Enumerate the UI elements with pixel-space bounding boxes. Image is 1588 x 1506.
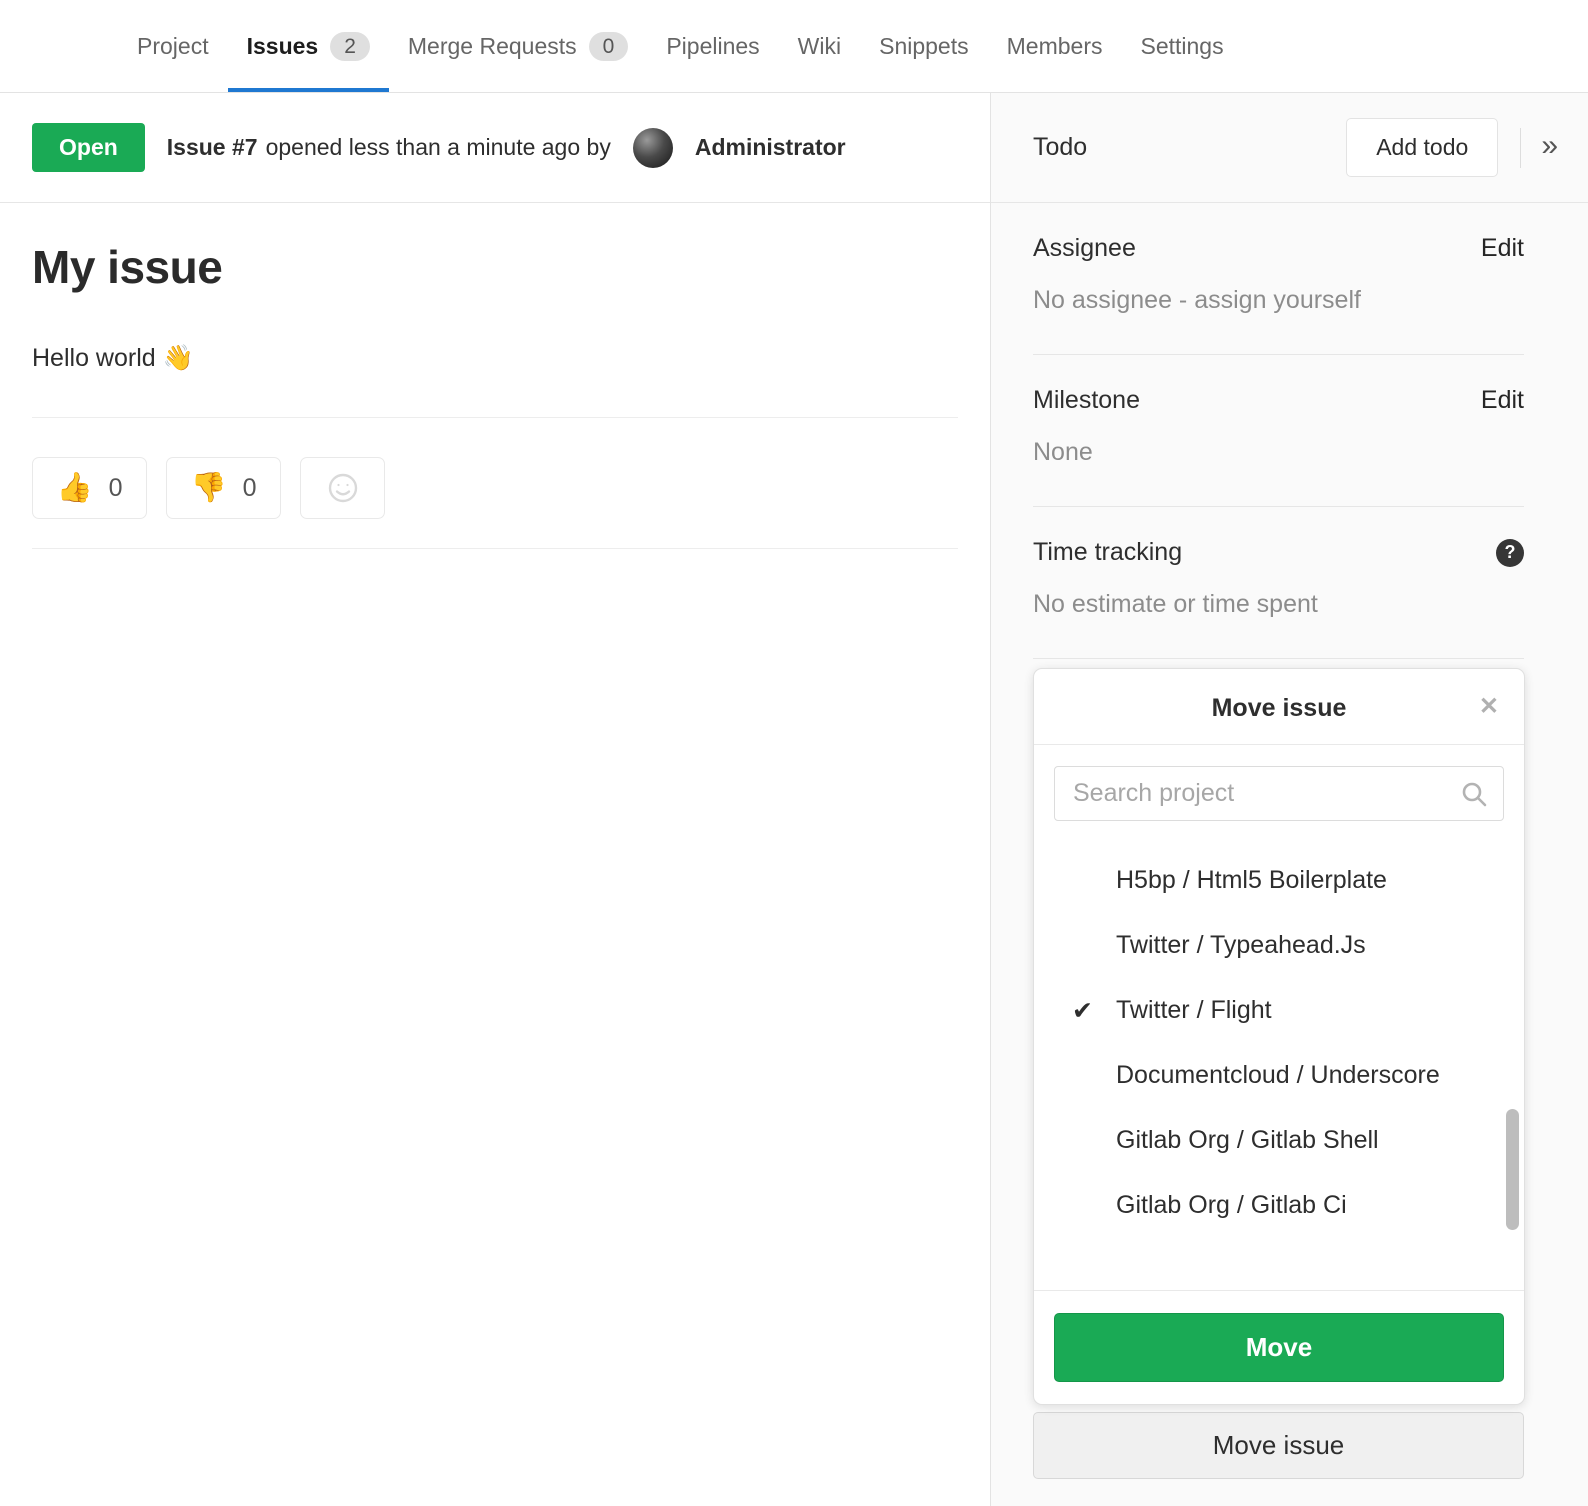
issue-sidebar: Todo Add todo » Assignee Edit No assigne… — [990, 93, 1588, 1506]
divider — [1520, 128, 1521, 168]
help-icon[interactable]: ? — [1496, 539, 1524, 567]
time-tracking-value: No estimate or time spent — [1033, 590, 1524, 619]
close-icon[interactable]: ✕ — [1479, 695, 1499, 719]
check-icon: ✔ — [1072, 996, 1116, 1026]
move-button[interactable]: Move — [1054, 1313, 1504, 1382]
thumbs-up-count: 0 — [109, 474, 123, 503]
scrollbar-thumb[interactable] — [1506, 1109, 1519, 1230]
divider — [32, 417, 958, 418]
issues-count-badge: 2 — [330, 32, 370, 61]
milestone-value: None — [1033, 438, 1524, 467]
project-option[interactable]: ✔ Gitlab Org / Gitlab Ci — [1034, 1173, 1524, 1238]
tab-merge-requests[interactable]: Merge Requests 0 — [389, 0, 647, 92]
tab-settings[interactable]: Settings — [1121, 0, 1242, 92]
move-issue-dropdown-title: Move issue — [1212, 694, 1347, 722]
status-badge: Open — [32, 123, 145, 172]
move-issue-dropdown: Move issue ✕ ✔ H5bp / Html5 Boilerplate … — [1033, 668, 1525, 1405]
time-tracking-label: Time tracking — [1033, 538, 1182, 567]
project-option[interactable]: ✔ Documentcloud / Underscore — [1034, 1043, 1524, 1108]
project-option[interactable]: ✔ Gitlab Org / Gitlab Shell — [1034, 1108, 1524, 1173]
time-tracking-section: Time tracking ? No estimate or time spen… — [1033, 507, 1524, 659]
thumbs-up-button[interactable]: 👍 0 — [32, 457, 147, 519]
tab-issues[interactable]: Issues 2 — [228, 0, 389, 92]
add-reaction-button[interactable] — [300, 457, 385, 519]
move-issue-dropdown-header: Move issue ✕ — [1034, 669, 1524, 745]
assign-yourself-link[interactable]: assign yourself — [1194, 286, 1361, 314]
todo-section: Todo Add todo » — [991, 93, 1588, 203]
project-option-selected[interactable]: ✔ Twitter / Flight — [1034, 978, 1524, 1043]
milestone-section: Milestone Edit None — [1033, 355, 1524, 507]
issue-content: My issue Hello world 👋 👍 0 👎 0 — [0, 203, 990, 549]
milestone-edit-link[interactable]: Edit — [1481, 386, 1524, 415]
merge-requests-count-badge: 0 — [589, 32, 629, 61]
award-emoji-row: 👍 0 👎 0 — [32, 457, 958, 519]
issue-opened-text: opened less than a minute ago by — [266, 134, 611, 160]
issue-main-column: Open Issue #7 opened less than a minute a… — [0, 93, 990, 1506]
project-option[interactable]: ✔ Twitter / Typeahead.Js — [1034, 913, 1524, 978]
milestone-label: Milestone — [1033, 386, 1140, 415]
issue-author[interactable]: Administrator — [695, 134, 846, 161]
search-icon — [1460, 780, 1488, 808]
smiley-icon — [327, 472, 359, 504]
issue-meta: Issue #7 opened less than a minute ago by — [167, 134, 611, 161]
thumbs-down-count: 0 — [243, 474, 257, 503]
assignee-section: Assignee Edit No assignee - assign yours… — [1033, 203, 1524, 355]
issue-header: Open Issue #7 opened less than a minute a… — [0, 93, 990, 203]
tab-members[interactable]: Members — [988, 0, 1122, 92]
tab-wiki[interactable]: Wiki — [779, 0, 860, 92]
divider — [32, 548, 958, 549]
thumbs-down-button[interactable]: 👎 0 — [166, 457, 281, 519]
project-list: ✔ H5bp / Html5 Boilerplate ✔ Twitter / T… — [1034, 821, 1524, 1290]
thumbs-up-icon: 👍 — [56, 474, 92, 503]
tab-snippets[interactable]: Snippets — [860, 0, 988, 92]
collapse-sidebar-icon[interactable]: » — [1541, 131, 1558, 165]
assignee-label: Assignee — [1033, 234, 1136, 263]
issue-description: Hello world 👋 — [32, 344, 958, 373]
add-todo-button[interactable]: Add todo — [1346, 118, 1498, 177]
project-search — [1054, 766, 1504, 821]
issue-number: Issue #7 — [167, 134, 258, 160]
tab-project[interactable]: Project — [118, 0, 228, 92]
avatar[interactable] — [633, 128, 673, 168]
page-title: My issue — [32, 240, 958, 294]
project-navigation: Project Issues 2 Merge Requests 0 Pipeli… — [0, 0, 1588, 93]
project-option[interactable]: ✔ H5bp / Html5 Boilerplate — [1034, 848, 1524, 913]
assignee-edit-link[interactable]: Edit — [1481, 234, 1524, 263]
move-issue-button[interactable]: Move issue — [1033, 1412, 1524, 1479]
move-issue-dropdown-footer: Move — [1034, 1290, 1524, 1404]
todo-label: Todo — [1033, 133, 1087, 162]
search-project-input[interactable] — [1054, 766, 1504, 821]
tab-pipelines[interactable]: Pipelines — [647, 0, 778, 92]
assignee-value: No assignee - assign yourself — [1033, 286, 1524, 315]
thumbs-down-icon: 👎 — [190, 474, 226, 503]
